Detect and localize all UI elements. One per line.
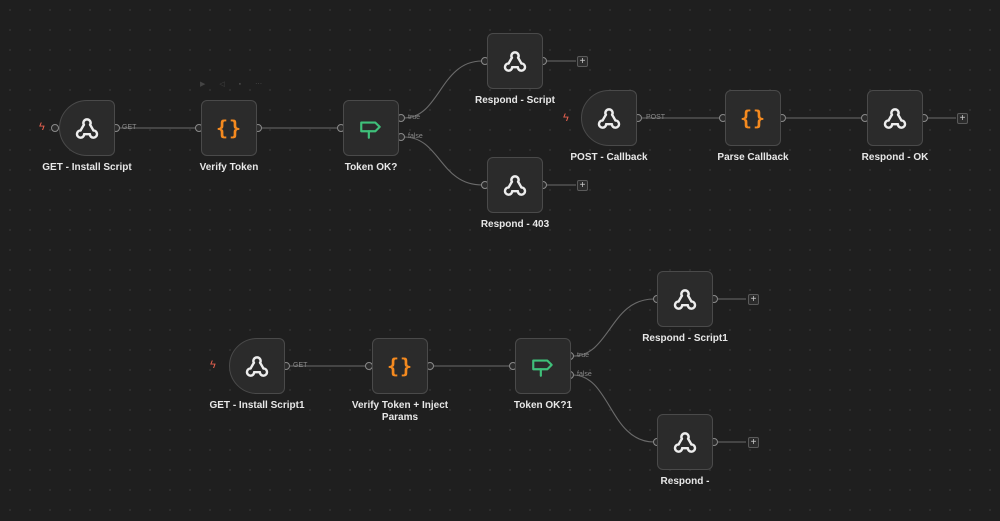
node-label: GET - Install Script	[42, 162, 132, 173]
node-token-ok1[interactable]	[515, 338, 571, 394]
node-respond-script[interactable]	[487, 33, 543, 89]
node-toolbar-hint: ▶ ◁ ▪ ⋯	[200, 81, 269, 88]
webhook-icon	[880, 103, 910, 133]
port-label-post: POST	[646, 114, 666, 121]
node-respond-ok[interactable]	[867, 90, 923, 146]
node-label: Token OK?1	[513, 400, 573, 411]
webhook-icon	[242, 351, 272, 381]
edge-tokenok1-true-to-respond-script1	[572, 298, 655, 357]
node-label: POST - Callback	[570, 152, 648, 163]
webhook-icon	[594, 103, 624, 133]
if-signpost-icon	[528, 351, 558, 381]
webhook-icon	[500, 46, 530, 76]
node-respond-dash[interactable]	[657, 414, 713, 470]
code-braces-icon: {}	[215, 116, 243, 140]
port-label-get: GET	[293, 362, 308, 369]
add-node-button[interactable]: +	[957, 113, 968, 124]
lightning-bolt-icon: ϟ	[210, 359, 216, 371]
port-label-true: true	[577, 352, 590, 359]
add-node-button[interactable]: +	[577, 180, 588, 191]
node-label: Respond - 403	[480, 219, 550, 230]
edge-tokenok-true-to-respond-script	[403, 60, 483, 119]
node-label: Respond - OK	[861, 152, 929, 163]
node-parse-callback[interactable]: {}	[725, 90, 781, 146]
node-get-install-script1[interactable]	[229, 338, 285, 394]
webhook-icon	[670, 427, 700, 457]
port-label-true: true	[408, 114, 421, 121]
port-label-get: GET	[122, 124, 137, 131]
edge-tokenok-false-to-respond-403	[403, 136, 483, 186]
node-label: GET - Install Script1	[209, 400, 305, 411]
code-braces-icon: {}	[386, 354, 414, 378]
node-label: Parse Callback	[717, 152, 789, 163]
node-verify-token-inject[interactable]: {}	[372, 338, 428, 394]
node-respond-403[interactable]	[487, 157, 543, 213]
node-token-ok[interactable]	[343, 100, 399, 156]
node-label: Respond - Script1	[642, 333, 728, 344]
node-respond-script1[interactable]	[657, 271, 713, 327]
if-signpost-icon	[356, 113, 386, 143]
node-label: Respond - Script	[474, 95, 555, 106]
lightning-bolt-icon: ϟ	[39, 121, 45, 133]
node-post-callback[interactable]	[581, 90, 637, 146]
add-node-button[interactable]: +	[577, 56, 588, 67]
node-get-install-script[interactable]	[59, 100, 115, 156]
node-label: Verify Token + Inject Params	[351, 400, 449, 423]
port-label-false: false	[408, 133, 423, 140]
add-node-button[interactable]: +	[748, 437, 759, 448]
node-verify-token[interactable]: {}	[201, 100, 257, 156]
webhook-icon	[72, 113, 102, 143]
code-braces-icon: {}	[739, 106, 767, 130]
node-label: Token OK?	[344, 162, 398, 173]
webhook-icon	[670, 284, 700, 314]
node-label: Respond -	[660, 476, 710, 487]
add-node-button[interactable]: +	[748, 294, 759, 305]
lightning-bolt-icon: ϟ	[563, 112, 569, 124]
node-label: Verify Token	[199, 162, 259, 173]
port-label-false: false	[577, 371, 592, 378]
webhook-icon	[500, 170, 530, 200]
